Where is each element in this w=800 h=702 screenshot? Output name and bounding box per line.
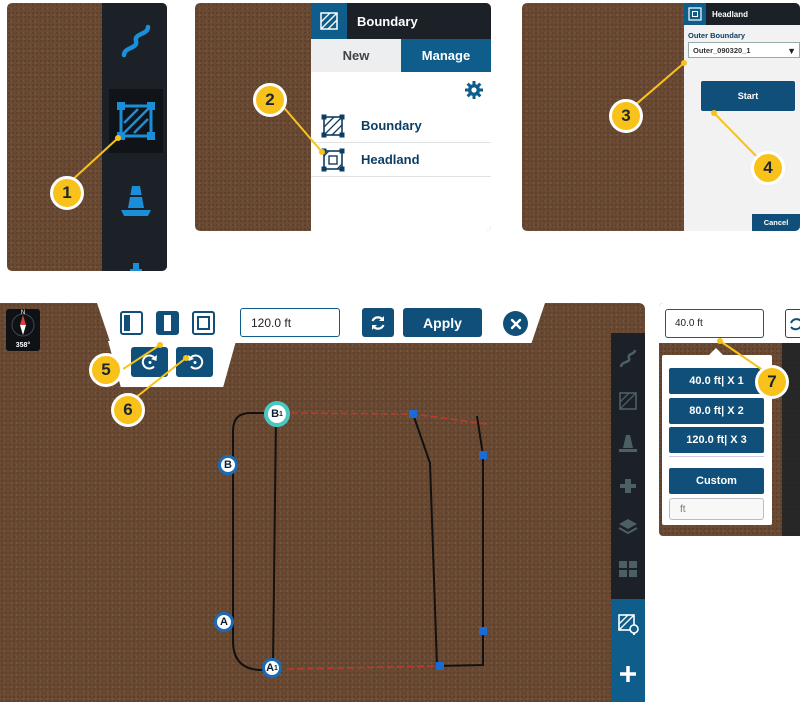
ab-line <box>272 415 277 668</box>
cancel-button[interactable]: Cancel <box>752 214 800 231</box>
dialog-header: Headland <box>684 3 800 25</box>
boundary-icon[interactable] <box>611 381 645 421</box>
boundary-pin-icon <box>618 614 639 635</box>
menu-item-label: Boundary <box>361 118 422 133</box>
callout-4: 4 <box>751 151 785 185</box>
refresh-button[interactable] <box>362 308 394 337</box>
rotate-counterclockwise-icon <box>187 354 203 370</box>
callout-3: 3 <box>609 99 643 133</box>
curve-path-icon[interactable] <box>611 339 645 379</box>
dialog-title: Headland <box>712 9 749 19</box>
custom-width-input[interactable]: ft <box>669 498 764 520</box>
refresh-button[interactable] <box>785 309 800 338</box>
rotate-clockwise-button[interactable] <box>131 347 168 377</box>
curve-path-icon <box>121 24 151 58</box>
tab-new[interactable]: New <box>311 39 401 72</box>
boundary-location-button[interactable] <box>611 599 645 649</box>
menu-title: Boundary <box>357 13 418 29</box>
menu-item-label: Headland <box>361 152 420 167</box>
offset-inside-toggle[interactable] <box>192 311 215 335</box>
vehicle-tool-button[interactable] <box>109 239 163 271</box>
headland-dialog-screenshot-panel: Headland Outer Boundary Outer_090320_1 ▼… <box>522 3 800 231</box>
headland-width-input[interactable]: 120.0 ft <box>240 308 340 337</box>
menu-tabs: New Manage <box>311 39 491 72</box>
inner-boundary-line <box>412 413 484 668</box>
boundary-vertices <box>409 410 487 670</box>
refresh-icon <box>371 315 385 330</box>
rotate-counterclockwise-button[interactable] <box>176 347 213 377</box>
callout-2: 2 <box>253 83 287 117</box>
boundary-menu-screenshot-panel: Boundary New Manage Boundary Headland <box>195 3 491 231</box>
rotate-toolbar <box>108 341 236 387</box>
cone-icon <box>121 186 151 216</box>
menu-header: Boundary <box>311 3 491 39</box>
tractor-icon[interactable] <box>611 465 645 505</box>
offset-left-toggle[interactable] <box>120 311 143 335</box>
boundary-icon <box>321 114 347 138</box>
outer-boundary-label: Outer Boundary <box>688 31 746 40</box>
cone-tool-button[interactable] <box>109 168 163 232</box>
point-a1-marker[interactable]: A1 <box>262 658 282 678</box>
width-option-1x[interactable]: 40.0 ft| X 1 <box>669 368 764 394</box>
tractor-icon <box>130 263 142 271</box>
headland-width-input[interactable]: 40.0 ft <box>665 309 764 338</box>
headland-top-line <box>290 412 488 425</box>
point-b1-marker[interactable]: B1 <box>264 401 290 427</box>
apply-button[interactable]: Apply <box>403 308 482 337</box>
outer-boundary-line <box>232 412 278 672</box>
grid-layout-icon[interactable] <box>611 549 645 589</box>
width-options-screenshot-panel: 40.0 ft 40.0 ft| X 1 80.0 ft| X 2 120.0 … <box>659 303 800 536</box>
callout-5: 5 <box>89 353 123 387</box>
callout-7: 7 <box>755 365 789 399</box>
boundary-icon <box>311 3 347 39</box>
start-button[interactable]: Start <box>701 81 795 111</box>
point-a-marker[interactable]: A <box>214 612 234 632</box>
compass-north-label: N <box>21 310 25 316</box>
active-tool-group <box>611 599 645 702</box>
heading-readout: 358° <box>15 342 31 349</box>
callout-6: 6 <box>111 393 145 427</box>
callout-1: 1 <box>50 176 84 210</box>
headland-icon <box>321 148 347 172</box>
offset-center-toggle[interactable] <box>156 311 179 335</box>
plus-icon <box>620 666 636 682</box>
boundary-icon <box>117 102 155 140</box>
sidebar-screenshot-panel <box>7 3 167 271</box>
gear-icon[interactable] <box>465 81 483 104</box>
cone-icon[interactable] <box>611 423 645 463</box>
chevron-down-icon: ▼ <box>787 46 796 56</box>
close-button[interactable] <box>503 311 528 336</box>
menu-item-headland[interactable]: Headland <box>311 143 491 177</box>
custom-width-button[interactable]: Custom <box>669 468 764 494</box>
layers-icon[interactable] <box>611 507 645 547</box>
refresh-icon <box>790 317 800 330</box>
close-icon <box>510 318 521 329</box>
point-b-marker[interactable]: B <box>218 455 238 475</box>
divider <box>669 456 764 457</box>
width-option-2x[interactable]: 80.0 ft| X 2 <box>669 398 764 424</box>
add-button[interactable] <box>611 649 645 699</box>
compass-icon: N <box>11 310 35 337</box>
compass[interactable]: N 358° <box>6 309 40 351</box>
tool-sidebar <box>102 3 167 271</box>
guidance-line-button[interactable] <box>109 9 163 73</box>
rotate-clockwise-icon <box>141 354 157 370</box>
boundary-menu: Boundary New Manage Boundary Headland <box>311 3 491 231</box>
right-tool-sidebar <box>611 333 645 702</box>
menu-item-boundary[interactable]: Boundary <box>311 109 491 143</box>
headland-icon <box>684 3 706 25</box>
outer-boundary-select[interactable]: Outer_090320_1 ▼ <box>688 42 800 58</box>
headland-dialog: Headland Outer Boundary Outer_090320_1 ▼… <box>684 3 800 231</box>
boundary-tool-button[interactable] <box>109 89 163 153</box>
width-option-3x[interactable]: 120.0 ft| X 3 <box>669 427 764 453</box>
outer-boundary-value: Outer_090320_1 <box>693 45 751 55</box>
tab-manage[interactable]: Manage <box>401 39 491 72</box>
